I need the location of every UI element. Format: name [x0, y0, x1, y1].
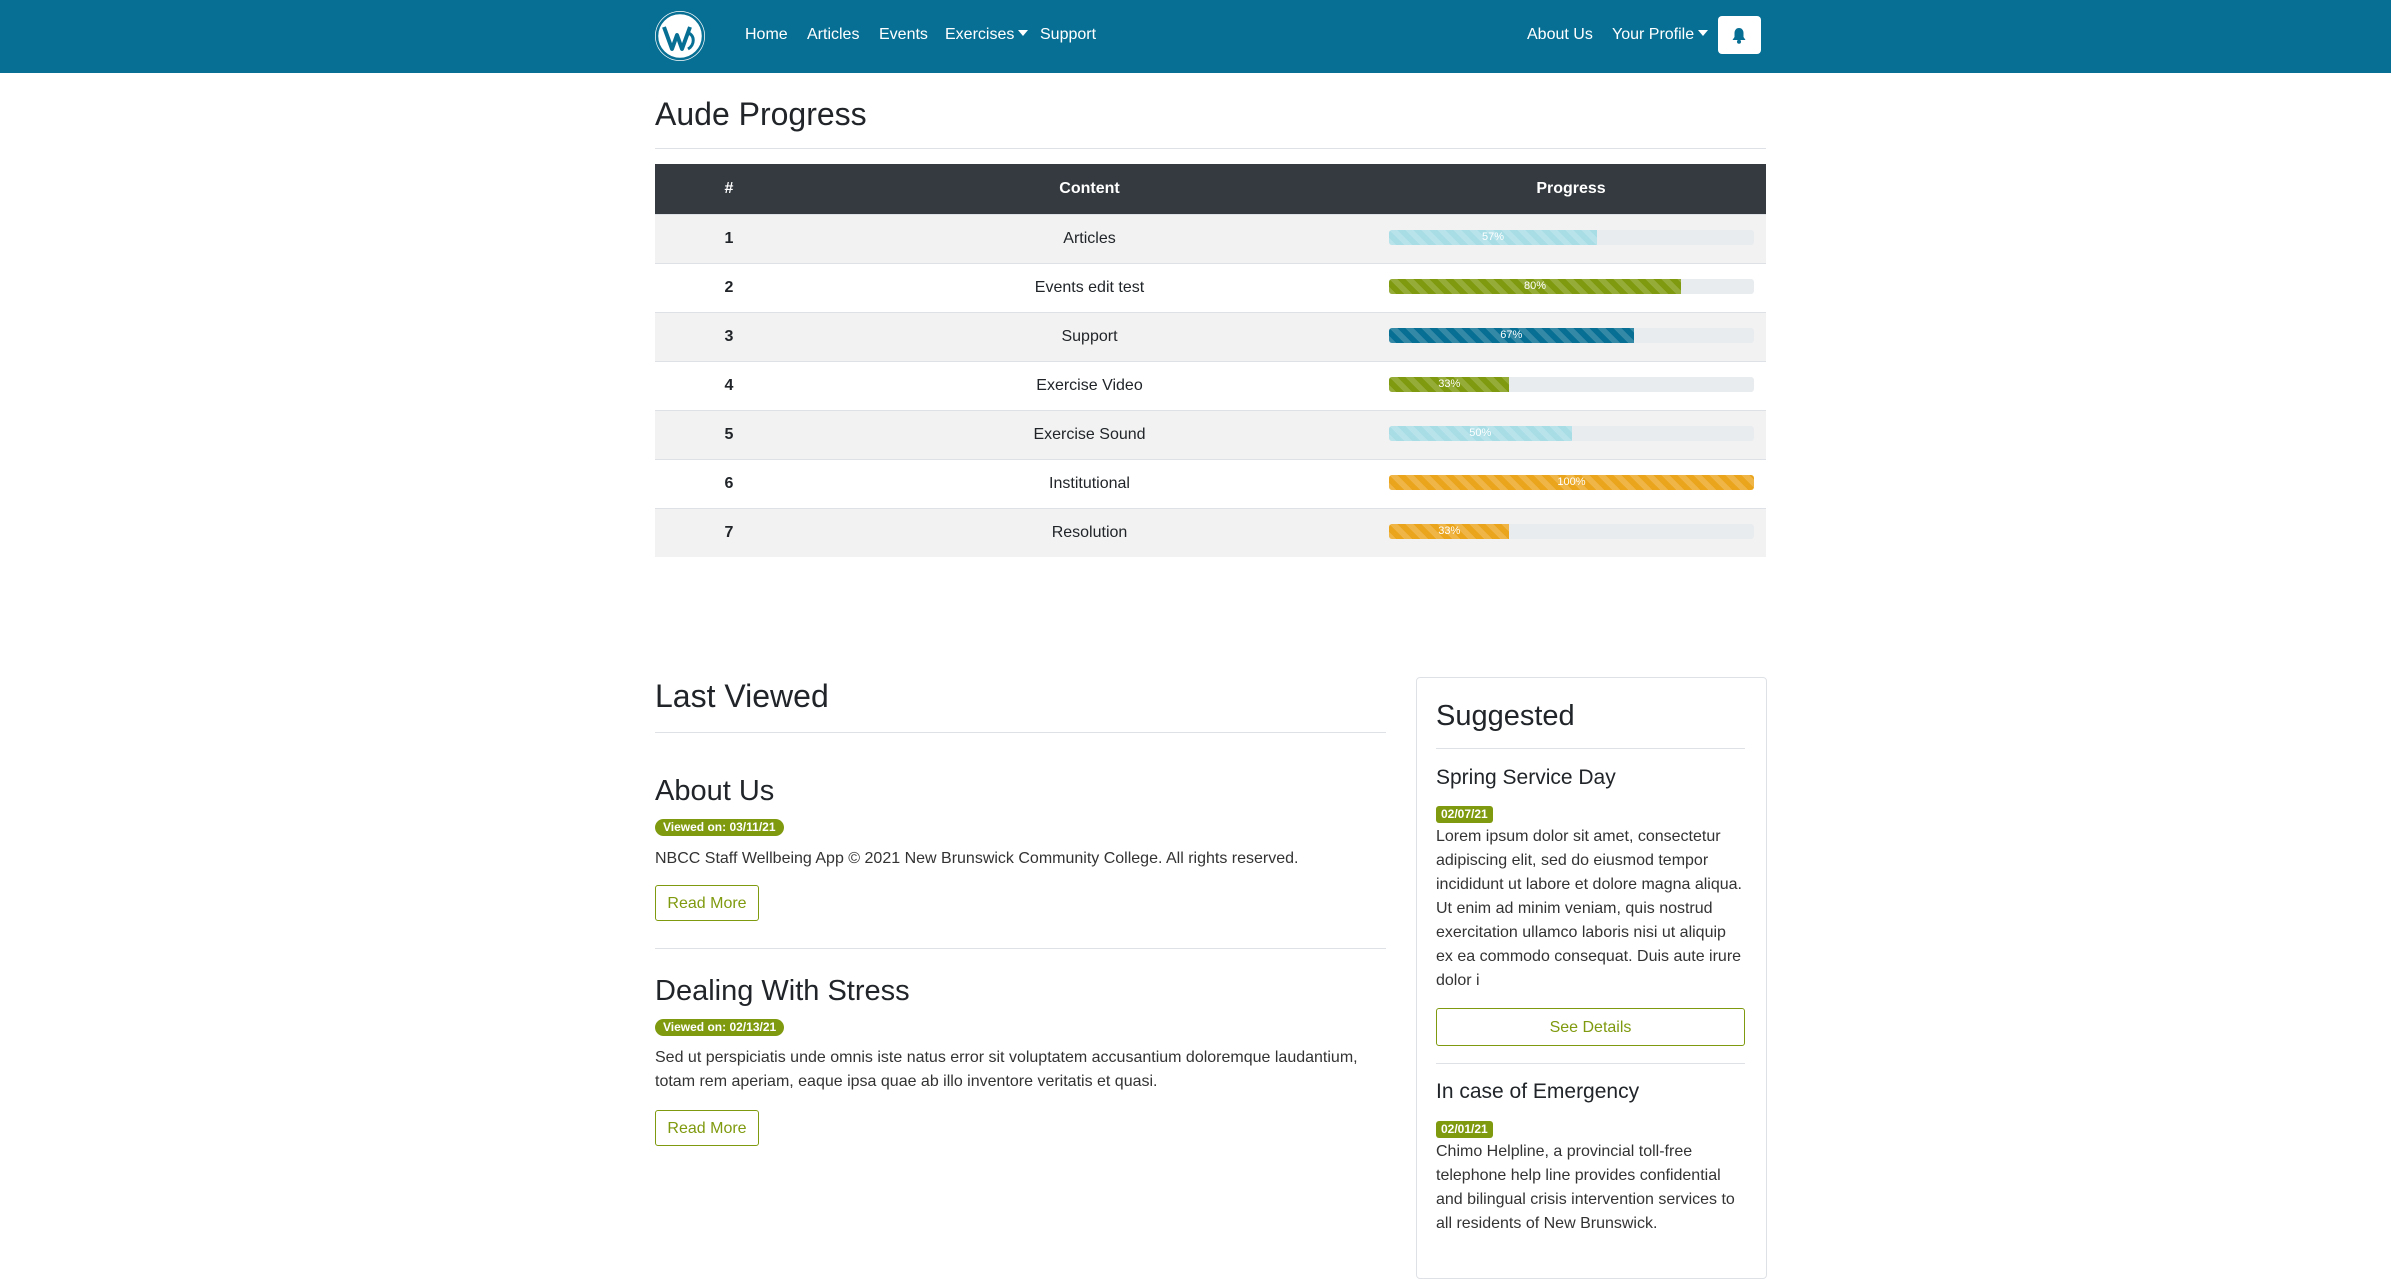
last-viewed-title: Last Viewed	[655, 678, 829, 714]
progress-bar-fill: 100%	[1389, 474, 1754, 490]
nav-your-profile-label: Your Profile	[1612, 26, 1695, 43]
row-content: Resolution	[803, 508, 1376, 557]
row-progress: 33%	[1376, 508, 1766, 557]
bell-icon	[1732, 28, 1746, 44]
progress-bar: 67%	[1389, 327, 1754, 343]
row-progress: 100%	[1376, 459, 1766, 509]
read-more-button[interactable]: Read More	[655, 885, 759, 921]
nav-about-us[interactable]: About Us	[1527, 24, 1593, 46]
item-divider	[655, 948, 1386, 949]
nav-support[interactable]: Support	[1040, 24, 1096, 46]
suggested-divider	[1436, 748, 1745, 749]
progress-bar-fill: 80%	[1389, 278, 1681, 294]
header-progress: Progress	[1376, 164, 1766, 215]
nav-events[interactable]: Events	[879, 24, 928, 46]
last-viewed-item-text: NBCC Staff Wellbeing App © 2021 New Brun…	[655, 850, 1299, 867]
row-content: Events edit test	[803, 263, 1376, 313]
table-row: 6 Institutional 100%	[655, 459, 1766, 509]
progress-bar: 33%	[1389, 523, 1754, 539]
row-progress: 50%	[1376, 410, 1766, 460]
table-row: 5 Exercise Sound 50%	[655, 410, 1766, 460]
progress-bar-fill: 67%	[1389, 327, 1634, 343]
row-content: Support	[803, 312, 1376, 362]
nav-your-profile-dropdown[interactable]: Your Profile	[1612, 24, 1709, 46]
notifications-button[interactable]	[1718, 16, 1761, 54]
last-viewed-item-title: About Us	[655, 775, 775, 807]
last-viewed-item-title: Dealing With Stress	[655, 975, 910, 1007]
table-row: 3 Support 67%	[655, 312, 1766, 362]
caret-down-icon	[1018, 30, 1029, 36]
progress-bar: 100%	[1389, 474, 1754, 490]
row-content: Articles	[803, 214, 1376, 264]
row-progress: 57%	[1376, 214, 1766, 264]
table-row: 7 Resolution 33%	[655, 508, 1766, 557]
row-content: Exercise Sound	[803, 410, 1376, 460]
row-number: 1	[655, 214, 803, 264]
viewed-date-badge: Viewed on: 03/11/21	[655, 819, 784, 836]
row-progress: 33%	[1376, 361, 1766, 411]
header-content: Content	[803, 164, 1376, 215]
last-viewed-divider	[655, 732, 1386, 733]
table-row: 1 Articles 57%	[655, 214, 1766, 264]
suggested-title: Suggested	[1436, 700, 1575, 732]
row-number: 5	[655, 410, 803, 460]
table-row: 2 Events edit test 80%	[655, 263, 1766, 313]
progress-bar-fill: 50%	[1389, 425, 1572, 441]
page-title: Aude Progress	[655, 96, 867, 132]
row-number: 7	[655, 508, 803, 557]
row-content: Exercise Video	[803, 361, 1376, 411]
progress-table: # Content Progress 1 Articles 57% 2 Events e…	[655, 164, 1766, 557]
viewed-date-badge: Viewed on: 02/13/21	[655, 1019, 785, 1036]
row-content: Institutional	[803, 459, 1376, 509]
progress-bar: 50%	[1389, 425, 1754, 441]
read-more-button[interactable]: Read More	[655, 1110, 759, 1146]
nav-articles[interactable]: Articles	[807, 24, 859, 46]
suggested-item-title: Spring Service Day	[1436, 766, 1616, 789]
row-number: 4	[655, 361, 803, 411]
suggested-item-text: Chimo Helpline, a provincial toll-free t…	[1436, 1143, 1735, 1232]
wordpress-logo-icon[interactable]	[655, 11, 705, 61]
date-badge: 02/01/21	[1436, 1121, 1493, 1138]
nav-home[interactable]: Home	[745, 24, 788, 46]
progress-bar: 33%	[1389, 376, 1754, 392]
nav-exercises-dropdown[interactable]: Exercises	[945, 24, 1029, 46]
navbar: Home Articles Events Exercises Support A…	[0, 0, 2391, 73]
row-progress: 80%	[1376, 263, 1766, 313]
row-progress: 67%	[1376, 312, 1766, 362]
last-viewed-item-text: Sed ut perspiciatis unde omnis iste natu…	[655, 1049, 1358, 1090]
progress-bar: 80%	[1389, 278, 1754, 294]
suggested-item-title: In case of Emergency	[1436, 1080, 1640, 1103]
suggested-item-text: Lorem ipsum dolor sit amet, consectetur …	[1436, 828, 1742, 989]
progress-bar-fill: 57%	[1389, 229, 1598, 245]
see-details-button[interactable]: See Details	[1436, 1008, 1745, 1046]
title-divider	[655, 148, 1766, 149]
date-badge: 02/07/21	[1436, 806, 1493, 823]
table-row: 4 Exercise Video 33%	[655, 361, 1766, 411]
row-number: 3	[655, 312, 803, 362]
caret-down-icon	[1698, 30, 1709, 36]
nav-exercises-label: Exercises	[945, 26, 1015, 43]
progress-bar-fill: 33%	[1389, 376, 1510, 392]
progress-bar-fill: 33%	[1389, 523, 1510, 539]
row-number: 6	[655, 459, 803, 509]
row-number: 2	[655, 263, 803, 313]
header-number: #	[655, 164, 803, 215]
table-header-row: # Content Progress	[655, 164, 1766, 215]
progress-bar: 57%	[1389, 229, 1754, 245]
suggested-item-divider	[1436, 1063, 1745, 1064]
